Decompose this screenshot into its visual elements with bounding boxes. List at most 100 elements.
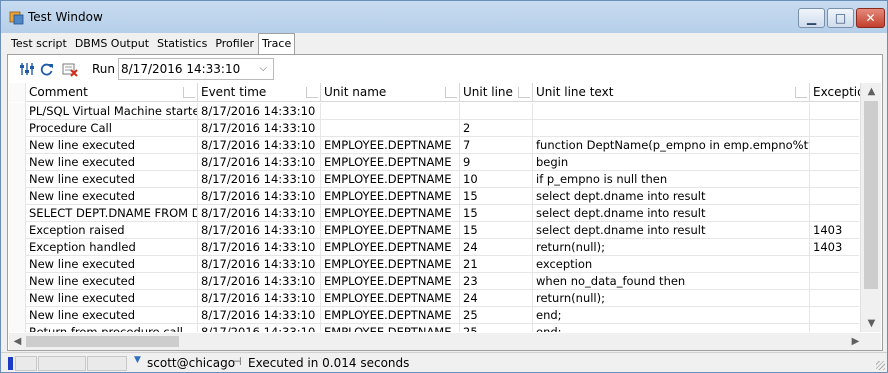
cell-unit-line[interactable]: 2 — [460, 120, 533, 137]
cell-event-time[interactable]: 8/17/2016 14:33:10 — [198, 205, 321, 222]
cell-event-time[interactable]: 8/17/2016 14:33:10 — [198, 290, 321, 307]
cell-unit-name[interactable]: EMPLOYEE.DEPTNAME — [321, 256, 460, 273]
table-row[interactable]: New line executed 8/17/2016 14:33:10 EMPLO… — [9, 171, 872, 188]
column-header-unit-line-text[interactable]: Unit line text — [533, 83, 810, 102]
cell-unit-name[interactable]: EMPLOYEE.DEPTNAME — [321, 307, 460, 324]
cell-event-time[interactable]: 8/17/2016 14:33:10 — [198, 222, 321, 239]
cell-comment[interactable]: New line executed — [26, 307, 198, 324]
cell-unit-line-text[interactable]: when no_data_found then — [533, 273, 810, 290]
cell-unit-name[interactable]: EMPLOYEE.DEPTNAME — [321, 290, 460, 307]
cell-comment[interactable]: Return from procedure call — [26, 324, 198, 332]
table-row[interactable]: Procedure Call 8/17/2016 14:33:10 2 — [9, 120, 872, 137]
row-indicator[interactable] — [9, 120, 26, 137]
horizontal-scrollbar[interactable]: ◀ ▶ — [9, 333, 881, 350]
cell-unit-name[interactable]: EMPLOYEE.DEPTNAME — [321, 205, 460, 222]
cell-unit-name[interactable]: EMPLOYEE.DEPTNAME — [321, 273, 460, 290]
row-indicator[interactable] — [9, 307, 26, 324]
cell-event-time[interactable]: 8/17/2016 14:33:10 — [198, 273, 321, 290]
row-indicator[interactable] — [9, 171, 26, 188]
row-indicator[interactable] — [9, 188, 26, 205]
tab-test-script[interactable]: Test script — [7, 33, 71, 54]
cell-event-time[interactable]: 8/17/2016 14:33:10 — [198, 324, 321, 332]
tab-trace[interactable]: Trace — [258, 33, 296, 55]
table-row[interactable]: New line executed 8/17/2016 14:33:10 EMPLO… — [9, 307, 872, 324]
cell-unit-line-text[interactable]: return(null); — [533, 290, 810, 307]
column-header-event-time[interactable]: Event time — [198, 83, 321, 102]
cell-comment[interactable]: New line executed — [26, 171, 198, 188]
cell-unit-name[interactable]: EMPLOYEE.DEPTNAME — [321, 222, 460, 239]
cell-comment[interactable]: New line executed — [26, 154, 198, 171]
cell-event-time[interactable]: 8/17/2016 14:33:10 — [198, 171, 321, 188]
cell-unit-line[interactable]: 15 — [460, 188, 533, 205]
row-indicator[interactable] — [9, 256, 26, 273]
cell-unit-line[interactable]: 10 — [460, 171, 533, 188]
cell-event-time[interactable]: 8/17/2016 14:33:10 — [198, 307, 321, 324]
table-row[interactable]: Return from procedure call 8/17/2016 14:3… — [9, 324, 872, 332]
cell-unit-line-text[interactable]: end; — [533, 307, 810, 324]
row-indicator[interactable] — [9, 205, 26, 222]
cell-comment[interactable]: Exception raised — [26, 222, 198, 239]
cell-unit-line-text[interactable]: select dept.dname into result — [533, 222, 810, 239]
cell-unit-name[interactable]: EMPLOYEE.DEPTNAME — [321, 188, 460, 205]
cell-event-time[interactable]: 8/17/2016 14:33:10 — [198, 103, 321, 120]
cell-unit-line[interactable]: 25 — [460, 307, 533, 324]
cell-unit-line[interactable]: 21 — [460, 256, 533, 273]
cell-comment[interactable]: New line executed — [26, 137, 198, 154]
cell-comment[interactable]: New line executed — [26, 188, 198, 205]
cell-unit-line-text[interactable]: select dept.dname into result — [533, 205, 810, 222]
scroll-down-icon[interactable]: ▼ — [861, 315, 882, 332]
refresh-icon[interactable] — [39, 61, 55, 77]
cell-unit-line-text[interactable] — [533, 103, 810, 120]
cell-unit-name[interactable]: EMPLOYEE.DEPTNAME — [321, 171, 460, 188]
table-row[interactable]: Exception handled 8/17/2016 14:33:10 EMPLO… — [9, 239, 872, 256]
cell-unit-line[interactable]: 15 — [460, 222, 533, 239]
table-row[interactable]: Exception raised 8/17/2016 14:33:10 EMPLOY… — [9, 222, 872, 239]
row-indicator[interactable] — [9, 154, 26, 171]
cell-comment[interactable]: Exception handled — [26, 239, 198, 256]
cell-event-time[interactable]: 8/17/2016 14:33:10 — [198, 154, 321, 171]
cell-unit-line-text[interactable]: function DeptName(p_empno in emp.empno%t… — [533, 137, 810, 154]
column-header-unit-line[interactable]: Unit line — [460, 83, 533, 102]
cell-comment[interactable]: New line executed — [26, 273, 198, 290]
cell-unit-name[interactable]: EMPLOYEE.DEPTNAME — [321, 154, 460, 171]
connection-label[interactable]: scott@chicago — [147, 356, 235, 370]
cell-unit-name[interactable]: EMPLOYEE.DEPTNAME — [321, 239, 460, 256]
cell-unit-line-text[interactable]: begin — [533, 154, 810, 171]
cell-event-time[interactable]: 8/17/2016 14:33:10 — [198, 188, 321, 205]
scroll-up-icon[interactable]: ▲ — [861, 83, 882, 100]
connection-dropdown-icon[interactable]: ▼ — [134, 355, 141, 365]
tab-profiler[interactable]: Profiler — [211, 33, 258, 54]
column-header-unit-name[interactable]: Unit name — [321, 83, 460, 102]
cell-comment[interactable]: SELECT DEPT.DNAME FROM DEPT, — [26, 205, 198, 222]
cell-unit-line[interactable] — [460, 103, 533, 120]
table-row[interactable]: New line executed 8/17/2016 14:33:10 EMPLO… — [9, 273, 872, 290]
cell-comment[interactable]: PL/SQL Virtual Machine started — [26, 103, 198, 120]
maximize-button[interactable]: □ — [827, 8, 854, 28]
cell-unit-name[interactable]: EMPLOYEE.DEPTNAME — [321, 324, 460, 332]
row-indicator[interactable] — [9, 137, 26, 154]
vertical-scrollbar[interactable]: ▲ ▼ — [860, 83, 881, 332]
cell-unit-line[interactable]: 24 — [460, 239, 533, 256]
cell-unit-line[interactable]: 25 — [460, 324, 533, 332]
scroll-right-icon[interactable]: ▶ — [847, 333, 864, 350]
cell-event-time[interactable]: 8/17/2016 14:33:10 — [198, 256, 321, 273]
cell-unit-line[interactable]: 23 — [460, 273, 533, 290]
cell-unit-line-text[interactable]: exception — [533, 256, 810, 273]
table-row[interactable]: New line executed 8/17/2016 14:33:10 EMPLO… — [9, 256, 872, 273]
cell-event-time[interactable]: 8/17/2016 14:33:10 — [198, 239, 321, 256]
horizontal-scroll-thumb[interactable] — [26, 336, 179, 347]
cell-unit-line[interactable]: 15 — [460, 205, 533, 222]
row-indicator[interactable] — [9, 324, 26, 332]
table-row[interactable]: New line executed 8/17/2016 14:33:10 EMPLO… — [9, 290, 872, 307]
table-row[interactable]: New line executed 8/17/2016 14:33:10 EMPLO… — [9, 137, 872, 154]
cell-unit-line[interactable]: 9 — [460, 154, 533, 171]
cell-comment[interactable]: New line executed — [26, 256, 198, 273]
title-bar[interactable]: Test Window ▁ □ ✕ — [1, 1, 887, 33]
cell-comment[interactable]: Procedure Call — [26, 120, 198, 137]
cell-unit-name[interactable] — [321, 103, 460, 120]
cell-unit-line[interactable]: 24 — [460, 290, 533, 307]
row-indicator[interactable] — [9, 239, 26, 256]
table-row[interactable]: PL/SQL Virtual Machine started 8/17/2016 … — [9, 103, 872, 120]
cell-comment[interactable]: New line executed — [26, 290, 198, 307]
scroll-left-icon[interactable]: ◀ — [9, 333, 26, 350]
